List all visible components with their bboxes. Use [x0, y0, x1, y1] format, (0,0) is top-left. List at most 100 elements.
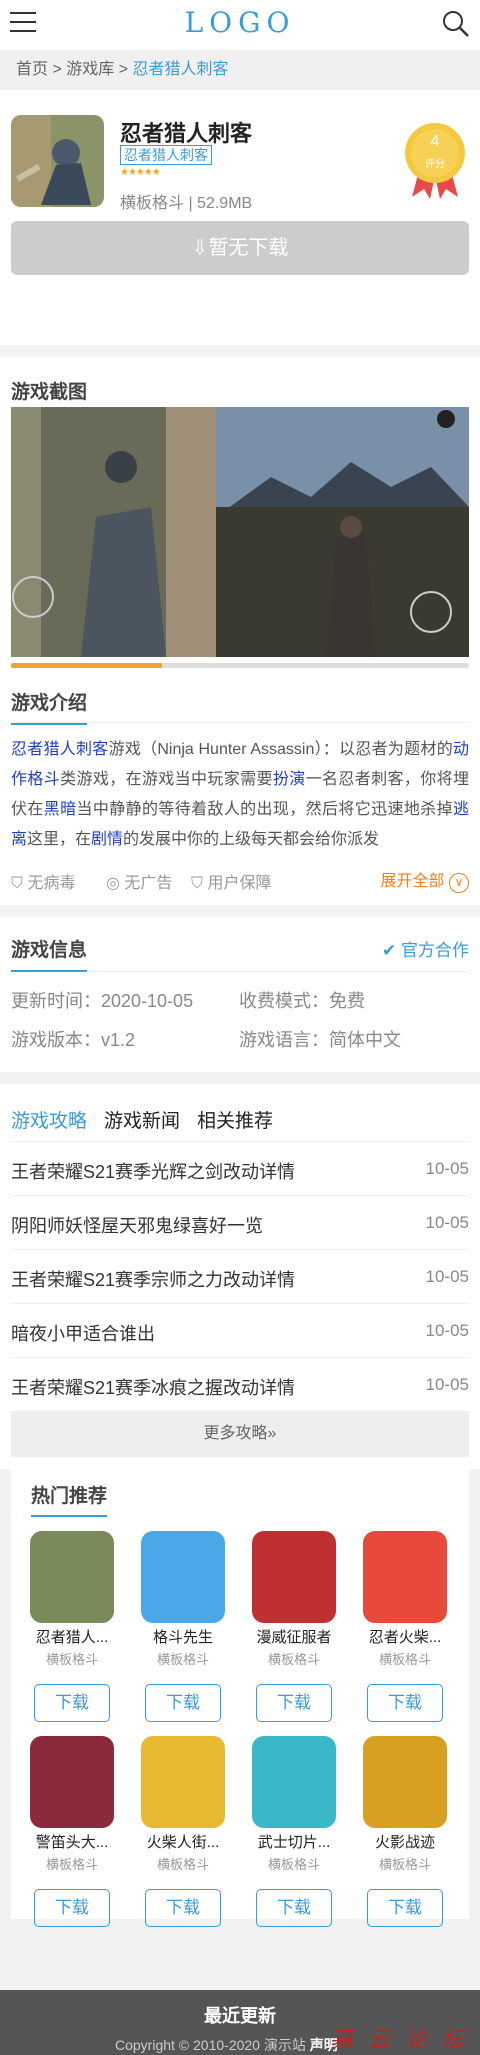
game-name[interactable]: 武士切片...: [244, 1831, 344, 1852]
news-item[interactable]: 王者荣耀S21赛季宗师之力改动详情 10-05: [11, 1250, 469, 1304]
intro-keyword-link[interactable]: 黑暗: [44, 801, 77, 818]
hot-game-item[interactable]: 武士切片... 横板格斗下载: [244, 1736, 344, 1927]
game-download-button[interactable]: 下载: [145, 1684, 221, 1722]
expand-all-button[interactable]: 展开全部 ∨: [381, 867, 469, 893]
news-title[interactable]: 王者荣耀S21赛季冰痕之握改动详情: [11, 1374, 295, 1400]
game-download-button[interactable]: 下载: [34, 1889, 110, 1927]
hot-game-item[interactable]: 格斗先生横板格斗下载: [133, 1531, 233, 1722]
site-logo[interactable]: LOGO: [0, 6, 480, 39]
game-name[interactable]: 火影战迹: [355, 1831, 455, 1852]
download-label: 暂无下载: [208, 237, 289, 259]
hot-game-item[interactable]: 忍者猎人... 横板格斗下载: [22, 1531, 122, 1722]
game-name[interactable]: 警笛头大...: [22, 1831, 122, 1852]
intro-keyword-link[interactable]: 剧情: [91, 831, 123, 848]
news-item[interactable]: 阴阳师妖怪屋天邪鬼绿喜好一览 10-05: [11, 1196, 469, 1250]
game-type: 横板格斗: [378, 1652, 431, 1667]
game-download-button[interactable]: 下载: [34, 1684, 110, 1722]
badge-no-ads: ◎ 无广告: [106, 875, 173, 892]
app-meta: 横板格斗 | 52.9MB: [120, 195, 253, 212]
page: { "header":{"logo":"LOGO"}, "breadcrumb"…: [0, 0, 480, 2055]
copyright-text: Copyright © 2010-2020 演示站: [115, 2037, 306, 2053]
news-title[interactable]: 王者荣耀S21赛季宗师之力改动详情: [11, 1266, 295, 1292]
game-name[interactable]: 忍者火柴...: [355, 1626, 455, 1647]
news-title[interactable]: 王者荣耀S21赛季光辉之剑改动详情: [11, 1158, 295, 1184]
download-button[interactable]: ⇩暂无下载: [11, 221, 469, 275]
game-name[interactable]: 漫威征服者: [244, 1626, 344, 1647]
official-partner-link[interactable]: ✔ 官方合作: [382, 936, 469, 961]
breadcrumb-library[interactable]: 游戏库: [66, 61, 114, 78]
badge-label: 无病毒: [27, 875, 76, 892]
section-title: 游戏信息: [11, 935, 88, 972]
game-type: 横板格斗: [156, 1652, 209, 1667]
badge-label: 无广告: [124, 875, 173, 892]
game-icon[interactable]: [141, 1531, 225, 1623]
update-time: 更新时间：2020-10-05: [11, 991, 194, 1011]
hot-game-item[interactable]: 火柴人街... 横板格斗下载: [133, 1736, 233, 1927]
intro-text-part: 这里，在: [27, 831, 92, 848]
intro-keyword-link[interactable]: 扮演: [273, 771, 306, 788]
chevron-down-icon: ∨: [449, 873, 469, 893]
game-language: 游戏语言：简体中文: [239, 1030, 401, 1050]
intro-text-part: 类游戏，在游戏当中玩家需要: [60, 771, 273, 788]
copyright: Copyright © 2010-2020 演示站 声明: [115, 2035, 338, 2055]
breadcrumb-current[interactable]: 忍者猎人刺客: [133, 61, 229, 78]
section-title: 热门推荐: [31, 1481, 108, 1517]
badge-no-virus: ⛉ 无病毒: [11, 875, 76, 892]
screenshot-carousel[interactable]: [11, 407, 469, 663]
game-type: 横板格斗: [156, 1857, 209, 1872]
search-icon[interactable]: [440, 8, 472, 40]
game-name[interactable]: 忍者猎人...: [22, 1626, 122, 1647]
hot-game-item[interactable]: 漫威征服者 横板格斗 下载: [244, 1531, 344, 1722]
game-icon[interactable]: [30, 1736, 114, 1828]
hot-recommend-section: 热门推荐 忍者猎人... 横板格斗 下载 格斗先生 横板格斗 下载 漫威征服者 横板格斗 下载忍…: [11, 1469, 469, 1927]
game-type: 横板格斗: [267, 1857, 320, 1872]
screenshots-section: 游戏截图 游戏介绍 忍者猎人刺客游戏（Ninja Hunter Assassin…: [0, 357, 480, 905]
app-tag[interactable]: 忍者猎人刺客: [120, 145, 212, 165]
news-item[interactable]: 王者荣耀S21赛季光辉之剑改动详情 10-05: [11, 1142, 469, 1196]
game-icon[interactable]: [141, 1736, 225, 1828]
game-name[interactable]: 火柴人街...: [133, 1831, 233, 1852]
game-download-button[interactable]: 下载: [367, 1684, 443, 1722]
game-icon[interactable]: [252, 1736, 336, 1828]
game-version: 游戏版本：v1.2: [11, 1030, 136, 1050]
breadcrumb-sep: >: [114, 61, 133, 78]
game-type: 横板格斗: [378, 1857, 431, 1872]
intro-text-part: 游戏（Ninja Hunter Assassin）：以忍者为题材的: [108, 741, 453, 758]
news-date: 10-05: [425, 1159, 469, 1178]
game-name[interactable]: 格斗先生: [133, 1626, 233, 1647]
tab-guides[interactable]: 游戏攻略: [11, 1106, 87, 1133]
intro-text-part: 的发展中你的上级每天都会给你派发: [123, 831, 380, 848]
safety-badges: ⛉ 无病毒 ◎ 无广告 ⛉ 用户保障 展开全部 ∨: [11, 855, 469, 905]
news-date: 10-05: [425, 1267, 469, 1286]
fee-mode: 收费模式：免费: [239, 991, 365, 1011]
news-title[interactable]: 阴阳师妖怪屋天邪鬼绿喜好一览: [11, 1212, 263, 1238]
more-guides-button[interactable]: 更多攻略»: [11, 1411, 469, 1457]
expand-label: 展开全部: [380, 873, 445, 890]
game-download-button[interactable]: 下载: [367, 1889, 443, 1927]
intro-text-part: 当中静静的等待着敌人的出现，然后将它迅速地杀掉: [76, 801, 453, 818]
game-icon[interactable]: [30, 1531, 114, 1623]
intro-keyword-link[interactable]: 忍者猎人刺客: [11, 741, 109, 758]
game-icon[interactable]: [363, 1736, 447, 1828]
news-title[interactable]: 暗夜小甲适合谁出: [11, 1320, 155, 1346]
game-download-button[interactable]: 下载: [256, 1684, 332, 1722]
game-download-button[interactable]: 下载: [145, 1889, 221, 1927]
hot-game-item[interactable]: 警笛头大... 横板格斗 下载: [22, 1736, 122, 1927]
badge-label: 用户保障: [207, 875, 272, 892]
game-type: 横板格斗: [45, 1652, 98, 1667]
game-download-button[interactable]: 下载: [256, 1889, 332, 1927]
game-info-section: 游戏信息 ✔ 官方合作 更新时间：2020-10-05 收费模式：免费 游戏版本…: [0, 917, 480, 1072]
watermark: 慕 云 论 坛: [331, 2028, 468, 2053]
hot-game-item[interactable]: 火影战迹横板格斗下载: [355, 1736, 455, 1927]
hot-game-item[interactable]: 忍者火柴... 横板格斗下载: [355, 1531, 455, 1722]
breadcrumb-home[interactable]: 首页: [16, 61, 48, 78]
game-icon[interactable]: [363, 1531, 447, 1623]
tab-related[interactable]: 相关推荐: [197, 1106, 273, 1133]
tab-news[interactable]: 游戏新闻: [104, 1106, 180, 1133]
news-item[interactable]: 暗夜小甲适合谁出 10-05: [11, 1304, 469, 1358]
screenshot-image[interactable]: [11, 407, 469, 657]
news-section: 游戏攻略 游戏新闻 相关推荐 王者荣耀S21赛季光辉之剑改动详情 10-05 阴阳师…: [0, 1084, 480, 1469]
game-icon[interactable]: [252, 1531, 336, 1623]
news-item[interactable]: 王者荣耀S21赛季冰痕之握改动详情 10-05: [11, 1358, 469, 1412]
news-list: 王者荣耀S21赛季光辉之剑改动详情 10-05 阴阳师妖怪屋天邪鬼绿喜好一览 10-0…: [11, 1142, 469, 1412]
